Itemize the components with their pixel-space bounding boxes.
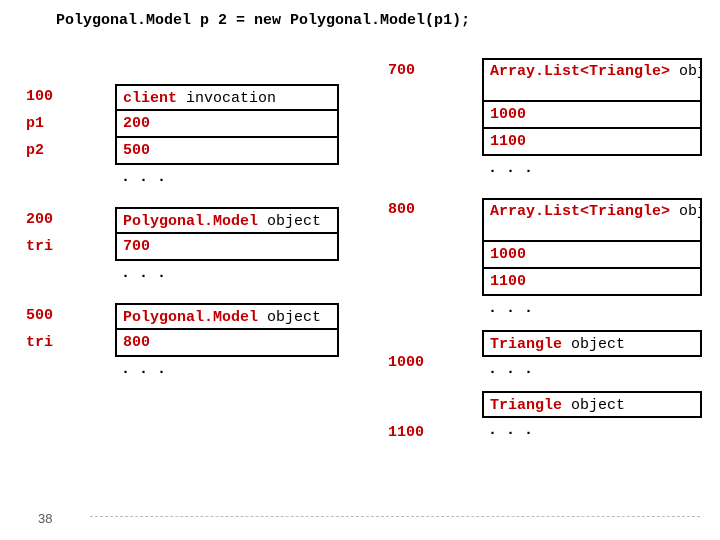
kind: object: [679, 203, 702, 220]
type-name: Polygonal.Model: [123, 309, 267, 326]
slide: Polygonal.Model p 2 = new Polygonal.Mode…: [0, 0, 720, 540]
type-name: Polygonal.Model: [123, 213, 267, 230]
memory-column-a: client invocation 200 500 . . . Polygona…: [115, 84, 339, 384]
mem-cell: Polygonal.Model object: [115, 303, 339, 330]
ellipsis: . . .: [482, 418, 702, 445]
mem-cell: 1000: [482, 242, 702, 269]
type-name: Triangle: [490, 397, 571, 414]
type-name: client: [123, 90, 186, 107]
mem-cell: 700: [115, 234, 339, 261]
labels-column: 100 p1 p2 . . . 200 tri . . . 500 tri . …: [20, 84, 105, 384]
ellipsis: . . .: [115, 261, 339, 288]
memory-column-b: Array.List<Triangle> object 1000 1100 . …: [482, 58, 702, 445]
mem-cell: Triangle object: [482, 391, 702, 418]
kind: object: [267, 213, 321, 230]
mem-cell: Triangle object: [482, 330, 702, 357]
addr-label: 100: [20, 84, 105, 111]
var-label: tri: [20, 234, 105, 261]
kind: object: [679, 63, 702, 80]
var-label: p1: [20, 111, 105, 138]
mem-cell: 500: [115, 138, 339, 165]
mem-cell: client invocation: [115, 84, 339, 111]
mem-cell: Polygonal.Model object: [115, 207, 339, 234]
ellipsis: . . .: [482, 156, 702, 183]
var-label: p2: [20, 138, 105, 165]
mem-cell: 1100: [482, 129, 702, 156]
addr-label: 700: [382, 58, 421, 85]
mem-cell: 1100: [482, 269, 702, 296]
slide-number: 38: [38, 511, 52, 526]
type-name: Array.List<Triangle>: [490, 63, 679, 80]
kind: invocation: [186, 90, 276, 107]
type-name: Triangle: [490, 336, 571, 353]
type-name: Array.List<Triangle>: [490, 203, 679, 220]
addr-label: 500: [20, 303, 105, 330]
kind: object: [571, 336, 625, 353]
ellipsis: . . .: [115, 165, 339, 192]
addr-label: 800: [382, 197, 421, 224]
mem-cell: 200: [115, 111, 339, 138]
mem-cell: Array.List<Triangle> object: [482, 58, 702, 102]
code-line: Polygonal.Model p 2 = new Polygonal.Mode…: [56, 12, 470, 29]
mem-cell: 1000: [482, 102, 702, 129]
footer-divider: [90, 516, 700, 517]
var-label: tri: [20, 330, 105, 357]
mem-cell: Array.List<Triangle> object: [482, 198, 702, 242]
addr-label: 1000: [382, 350, 430, 377]
addr-label: 1100: [382, 420, 430, 447]
addr-label: 200: [20, 207, 105, 234]
kind: object: [267, 309, 321, 326]
ellipsis: . . .: [482, 296, 702, 323]
kind: object: [571, 397, 625, 414]
ellipsis: . . .: [482, 357, 702, 384]
ellipsis: . . .: [115, 357, 339, 384]
mem-cell: 800: [115, 330, 339, 357]
